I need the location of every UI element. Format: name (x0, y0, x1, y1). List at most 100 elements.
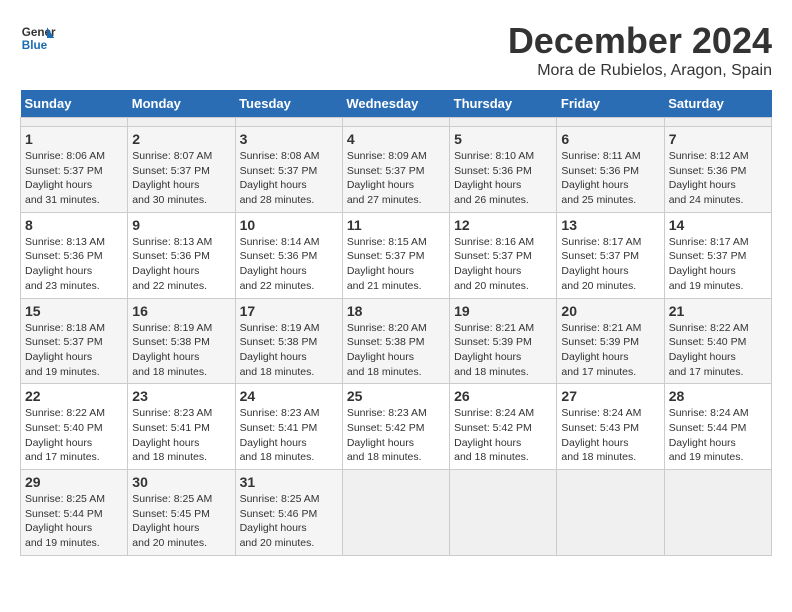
day-number: 15 (25, 303, 123, 319)
calendar-day-cell: 23 Sunrise: 8:23 AMSunset: 5:41 PMDaylig… (128, 384, 235, 470)
calendar-day-cell: 6 Sunrise: 8:11 AMSunset: 5:36 PMDayligh… (557, 127, 664, 213)
day-number: 31 (240, 474, 338, 490)
day-number: 30 (132, 474, 230, 490)
day-info: Sunrise: 8:21 AMSunset: 5:39 PMDaylight … (454, 322, 534, 378)
day-number: 9 (132, 217, 230, 233)
calendar-day-cell: 16 Sunrise: 8:19 AMSunset: 5:38 PMDaylig… (128, 298, 235, 384)
calendar-day-cell: 24 Sunrise: 8:23 AMSunset: 5:41 PMDaylig… (235, 384, 342, 470)
calendar-day-cell: 31 Sunrise: 8:25 AMSunset: 5:46 PMDaylig… (235, 470, 342, 556)
calendar-day-cell: 21 Sunrise: 8:22 AMSunset: 5:40 PMDaylig… (664, 298, 771, 384)
day-info: Sunrise: 8:21 AMSunset: 5:39 PMDaylight … (561, 322, 641, 378)
calendar-day-cell: 13 Sunrise: 8:17 AMSunset: 5:37 PMDaylig… (557, 212, 664, 298)
title-area: December 2024 Mora de Rubielos, Aragon, … (508, 20, 772, 80)
day-info: Sunrise: 8:24 AMSunset: 5:44 PMDaylight … (669, 407, 749, 463)
day-number: 3 (240, 131, 338, 147)
day-info: Sunrise: 8:24 AMSunset: 5:43 PMDaylight … (561, 407, 641, 463)
calendar-day-cell (128, 118, 235, 127)
calendar-day-cell (557, 470, 664, 556)
day-number: 25 (347, 388, 445, 404)
day-info: Sunrise: 8:25 AMSunset: 5:45 PMDaylight … (132, 493, 212, 549)
day-info: Sunrise: 8:08 AMSunset: 5:37 PMDaylight … (240, 150, 320, 206)
day-info: Sunrise: 8:17 AMSunset: 5:37 PMDaylight … (669, 236, 749, 292)
day-info: Sunrise: 8:16 AMSunset: 5:37 PMDaylight … (454, 236, 534, 292)
day-number: 27 (561, 388, 659, 404)
day-of-week-header: Saturday (664, 90, 771, 118)
day-info: Sunrise: 8:23 AMSunset: 5:41 PMDaylight … (240, 407, 320, 463)
calendar-day-cell: 7 Sunrise: 8:12 AMSunset: 5:36 PMDayligh… (664, 127, 771, 213)
calendar-week-row: 22 Sunrise: 8:22 AMSunset: 5:40 PMDaylig… (21, 384, 772, 470)
day-number: 2 (132, 131, 230, 147)
day-number: 11 (347, 217, 445, 233)
day-number: 23 (132, 388, 230, 404)
calendar-header-row: SundayMondayTuesdayWednesdayThursdayFrid… (21, 90, 772, 118)
day-number: 5 (454, 131, 552, 147)
calendar-day-cell: 29 Sunrise: 8:25 AMSunset: 5:44 PMDaylig… (21, 470, 128, 556)
day-info: Sunrise: 8:07 AMSunset: 5:37 PMDaylight … (132, 150, 212, 206)
main-title: December 2024 (508, 20, 772, 62)
calendar-body: 1 Sunrise: 8:06 AMSunset: 5:37 PMDayligh… (21, 118, 772, 556)
svg-text:Blue: Blue (22, 39, 48, 52)
calendar-day-cell: 9 Sunrise: 8:13 AMSunset: 5:36 PMDayligh… (128, 212, 235, 298)
day-of-week-header: Sunday (21, 90, 128, 118)
day-info: Sunrise: 8:19 AMSunset: 5:38 PMDaylight … (240, 322, 320, 378)
day-info: Sunrise: 8:17 AMSunset: 5:37 PMDaylight … (561, 236, 641, 292)
calendar-day-cell: 17 Sunrise: 8:19 AMSunset: 5:38 PMDaylig… (235, 298, 342, 384)
day-info: Sunrise: 8:15 AMSunset: 5:37 PMDaylight … (347, 236, 427, 292)
day-number: 28 (669, 388, 767, 404)
day-of-week-header: Thursday (450, 90, 557, 118)
day-number: 12 (454, 217, 552, 233)
calendar-day-cell (664, 470, 771, 556)
day-of-week-header: Wednesday (342, 90, 449, 118)
calendar-day-cell: 2 Sunrise: 8:07 AMSunset: 5:37 PMDayligh… (128, 127, 235, 213)
calendar-day-cell (342, 470, 449, 556)
calendar-week-row: 8 Sunrise: 8:13 AMSunset: 5:36 PMDayligh… (21, 212, 772, 298)
day-number: 20 (561, 303, 659, 319)
calendar-week-row: 15 Sunrise: 8:18 AMSunset: 5:37 PMDaylig… (21, 298, 772, 384)
day-number: 21 (669, 303, 767, 319)
day-of-week-header: Tuesday (235, 90, 342, 118)
day-info: Sunrise: 8:22 AMSunset: 5:40 PMDaylight … (669, 322, 749, 378)
day-number: 10 (240, 217, 338, 233)
day-number: 16 (132, 303, 230, 319)
calendar-day-cell: 28 Sunrise: 8:24 AMSunset: 5:44 PMDaylig… (664, 384, 771, 470)
day-info: Sunrise: 8:11 AMSunset: 5:36 PMDaylight … (561, 150, 640, 206)
day-number: 22 (25, 388, 123, 404)
header: General Blue December 2024 Mora de Rubie… (20, 20, 772, 80)
calendar-week-row (21, 118, 772, 127)
day-info: Sunrise: 8:13 AMSunset: 5:36 PMDaylight … (132, 236, 212, 292)
day-number: 14 (669, 217, 767, 233)
day-info: Sunrise: 8:23 AMSunset: 5:42 PMDaylight … (347, 407, 427, 463)
day-of-week-header: Monday (128, 90, 235, 118)
day-info: Sunrise: 8:10 AMSunset: 5:36 PMDaylight … (454, 150, 534, 206)
day-info: Sunrise: 8:23 AMSunset: 5:41 PMDaylight … (132, 407, 212, 463)
calendar-day-cell (664, 118, 771, 127)
calendar-day-cell: 1 Sunrise: 8:06 AMSunset: 5:37 PMDayligh… (21, 127, 128, 213)
calendar-day-cell (557, 118, 664, 127)
calendar-day-cell: 26 Sunrise: 8:24 AMSunset: 5:42 PMDaylig… (450, 384, 557, 470)
day-info: Sunrise: 8:19 AMSunset: 5:38 PMDaylight … (132, 322, 212, 378)
day-number: 8 (25, 217, 123, 233)
calendar-day-cell: 4 Sunrise: 8:09 AMSunset: 5:37 PMDayligh… (342, 127, 449, 213)
calendar-day-cell: 3 Sunrise: 8:08 AMSunset: 5:37 PMDayligh… (235, 127, 342, 213)
subtitle: Mora de Rubielos, Aragon, Spain (508, 62, 772, 80)
day-info: Sunrise: 8:13 AMSunset: 5:36 PMDaylight … (25, 236, 105, 292)
day-info: Sunrise: 8:20 AMSunset: 5:38 PMDaylight … (347, 322, 427, 378)
calendar-day-cell: 30 Sunrise: 8:25 AMSunset: 5:45 PMDaylig… (128, 470, 235, 556)
calendar-day-cell (450, 118, 557, 127)
day-number: 17 (240, 303, 338, 319)
day-info: Sunrise: 8:25 AMSunset: 5:44 PMDaylight … (25, 493, 105, 549)
day-number: 4 (347, 131, 445, 147)
logo-icon: General Blue (20, 20, 56, 56)
day-number: 1 (25, 131, 123, 147)
day-info: Sunrise: 8:09 AMSunset: 5:37 PMDaylight … (347, 150, 427, 206)
calendar-day-cell: 27 Sunrise: 8:24 AMSunset: 5:43 PMDaylig… (557, 384, 664, 470)
calendar-day-cell (235, 118, 342, 127)
calendar-day-cell: 11 Sunrise: 8:15 AMSunset: 5:37 PMDaylig… (342, 212, 449, 298)
calendar-day-cell: 19 Sunrise: 8:21 AMSunset: 5:39 PMDaylig… (450, 298, 557, 384)
day-info: Sunrise: 8:06 AMSunset: 5:37 PMDaylight … (25, 150, 105, 206)
day-number: 13 (561, 217, 659, 233)
calendar-day-cell (342, 118, 449, 127)
day-info: Sunrise: 8:18 AMSunset: 5:37 PMDaylight … (25, 322, 105, 378)
calendar-day-cell: 12 Sunrise: 8:16 AMSunset: 5:37 PMDaylig… (450, 212, 557, 298)
day-number: 6 (561, 131, 659, 147)
